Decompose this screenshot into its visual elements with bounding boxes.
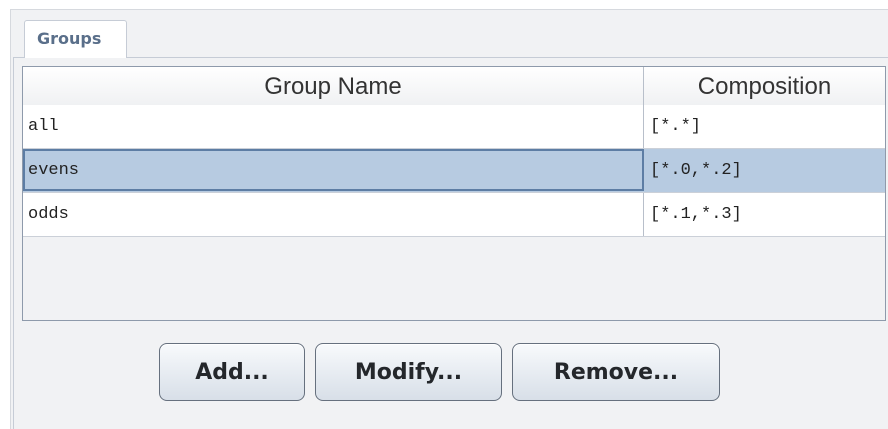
composition-cell[interactable]: [*.*]: [644, 105, 885, 148]
group-name-cell[interactable]: evens: [23, 149, 644, 191]
table-row-selected[interactable]: evens [*.0,*.2]: [23, 149, 885, 193]
composition-cell[interactable]: [*.0,*.2]: [644, 149, 885, 192]
table-header: Group Name Composition: [23, 67, 885, 106]
composition-cell[interactable]: [*.1,*.3]: [644, 193, 885, 236]
remove-button[interactable]: Remove...: [512, 343, 720, 401]
group-name-cell[interactable]: all: [23, 105, 644, 148]
column-header-group-name[interactable]: Group Name: [23, 67, 644, 105]
table-row[interactable]: odds [*.1,*.3]: [23, 193, 885, 237]
tab-groups[interactable]: Groups: [24, 20, 127, 58]
groups-table[interactable]: Group Name Composition all [*.*] evens […: [22, 66, 886, 321]
modify-button[interactable]: Modify...: [315, 343, 502, 401]
table-row[interactable]: all [*.*]: [23, 105, 885, 149]
group-name-cell[interactable]: odds: [23, 193, 644, 236]
add-button[interactable]: Add...: [159, 343, 305, 401]
column-header-composition[interactable]: Composition: [644, 67, 885, 105]
tab-groups-label: Groups: [37, 29, 102, 48]
